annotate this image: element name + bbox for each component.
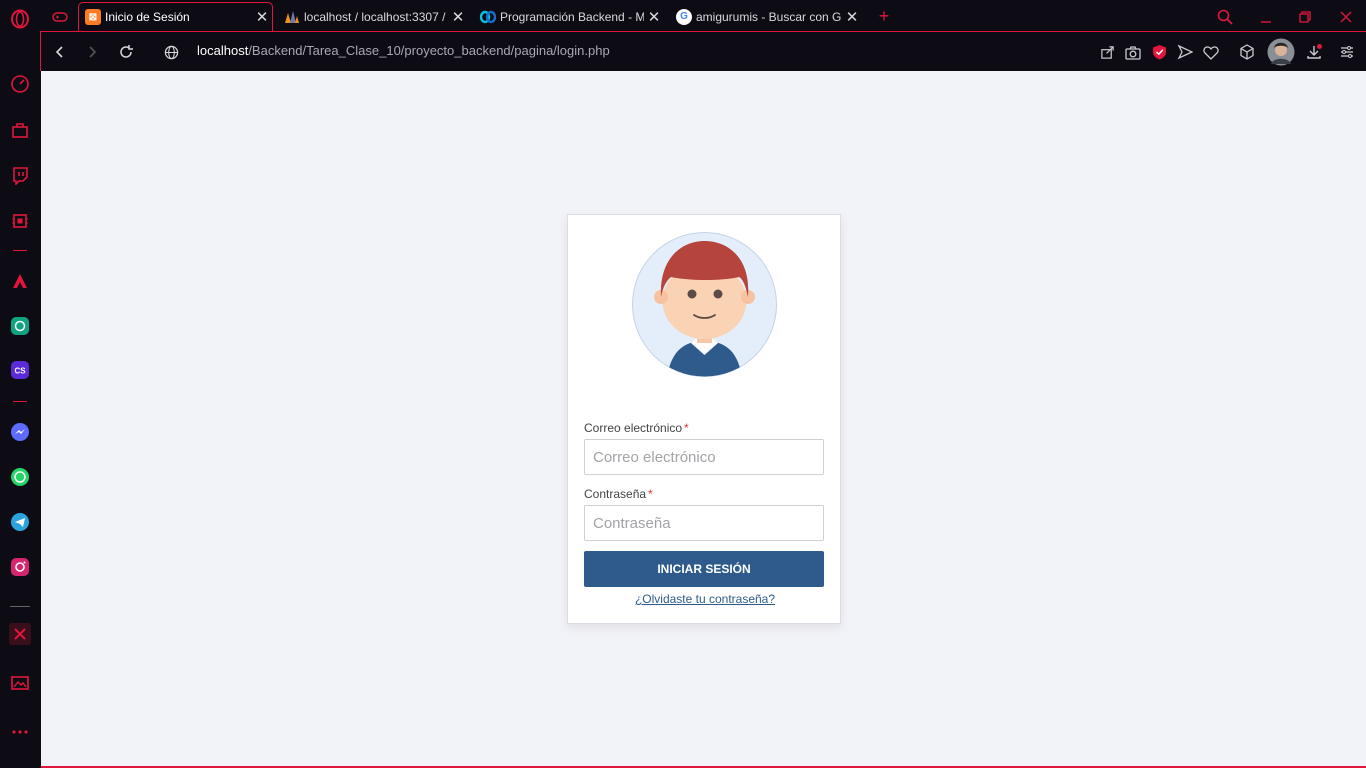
hardware-icon[interactable]	[9, 210, 31, 232]
whatsapp-icon[interactable]	[9, 466, 31, 488]
speed-dial-icon[interactable]	[9, 73, 31, 95]
twitch-icon[interactable]	[9, 164, 31, 186]
url-field[interactable]: localhost/Backend/Tarea_Clase_10/proyect…	[197, 43, 610, 58]
workspace-gamepad-icon[interactable]	[48, 2, 72, 31]
tab-login[interactable]: ⊠ Inicio de Sesión ✕	[78, 2, 273, 31]
webex-icon	[480, 9, 496, 25]
password-label: Contraseña *	[584, 487, 653, 501]
sidebar-divider	[13, 250, 27, 251]
user-avatar-illustration	[631, 231, 778, 378]
login-button[interactable]: INICIAR SESIÓN	[584, 551, 824, 587]
minimize-icon[interactable]	[1255, 2, 1277, 31]
svg-text:CS: CS	[14, 367, 26, 376]
close-tab-icon[interactable]: ✕	[252, 8, 272, 26]
gallery-icon[interactable]	[9, 672, 31, 694]
tab-label: localhost / localhost:3307 /	[304, 9, 446, 24]
close-tab-icon[interactable]: ✕	[644, 8, 664, 26]
sidebar-divider	[10, 606, 30, 607]
xampp-icon: ⊠	[85, 9, 101, 25]
password-field[interactable]	[584, 505, 824, 541]
aria-icon[interactable]	[9, 270, 31, 292]
extensions-cube-icon[interactable]	[1237, 42, 1257, 62]
url-path: /Backend/Tarea_Clase_10/proyecto_backend…	[248, 43, 610, 58]
bookmark-heart-icon[interactable]	[1201, 42, 1221, 62]
close-tab-icon[interactable]: ✕	[448, 8, 468, 26]
tab-bar: ⊠ Inicio de Sesión ✕ localhost / localho…	[40, 0, 1366, 31]
sidebar-divider	[13, 401, 27, 402]
google-icon: G	[676, 8, 692, 25]
chatgpt-icon[interactable]	[9, 315, 31, 337]
cs-app-icon[interactable]: CS	[9, 359, 31, 381]
required-asterisk: *	[648, 487, 653, 501]
phpmyadmin-icon	[284, 9, 300, 25]
email-field[interactable]	[584, 439, 824, 475]
page-viewport: Correo electrónico* Contraseña* INICIAR …	[41, 71, 1366, 766]
required-asterisk: *	[684, 421, 689, 435]
messenger-icon[interactable]	[9, 421, 31, 443]
close-window-icon[interactable]	[1335, 2, 1357, 31]
easy-setup-menu-icon[interactable]	[1337, 42, 1357, 62]
tab-label: Programación Backend - M	[500, 9, 644, 24]
telegram-icon[interactable]	[9, 511, 31, 533]
bag-icon[interactable]	[9, 119, 31, 141]
back-icon[interactable]	[48, 40, 72, 64]
login-card: Correo electrónico* Contraseña* INICIAR …	[567, 214, 841, 624]
tab-phpmyadmin[interactable]: localhost / localhost:3307 / ✕	[278, 2, 468, 31]
restore-icon[interactable]	[1294, 2, 1316, 31]
forgot-password-link[interactable]: ¿Olvidaste tu contraseña?	[568, 592, 842, 606]
new-tab-plus-icon[interactable]: +	[873, 2, 895, 31]
send-icon[interactable]	[1175, 42, 1195, 62]
tab-google[interactable]: G amigurumis - Buscar con G ✕	[670, 2, 862, 31]
close-tab-icon[interactable]: ✕	[842, 8, 862, 26]
address-bar: localhost/Backend/Tarea_Clase_10/proyect…	[40, 31, 1366, 71]
tab-webex[interactable]: Programación Backend - M ✕	[474, 2, 664, 31]
download-icon[interactable]	[1304, 42, 1324, 62]
browser-sidebar: CS	[0, 0, 40, 768]
tab-label: Inicio de Sesión	[105, 10, 190, 24]
instagram-icon[interactable]	[9, 556, 31, 578]
more-options-icon[interactable]	[9, 721, 31, 743]
tools-icon[interactable]	[9, 623, 31, 645]
opera-logo-icon[interactable]	[9, 8, 31, 30]
site-info-globe-icon[interactable]	[159, 40, 183, 64]
forward-icon[interactable]	[80, 40, 104, 64]
snapshot-camera-icon[interactable]	[1123, 42, 1143, 62]
profile-avatar[interactable]	[1267, 38, 1295, 66]
email-label: Correo electrónico *	[584, 421, 689, 435]
adblock-shield-icon[interactable]	[1149, 42, 1169, 62]
url-host: localhost	[197, 43, 249, 58]
share-icon[interactable]	[1097, 42, 1117, 62]
reload-icon[interactable]	[114, 40, 138, 64]
search-tabs-icon[interactable]	[1214, 2, 1236, 31]
tab-label: amigurumis - Buscar con G	[696, 9, 842, 24]
